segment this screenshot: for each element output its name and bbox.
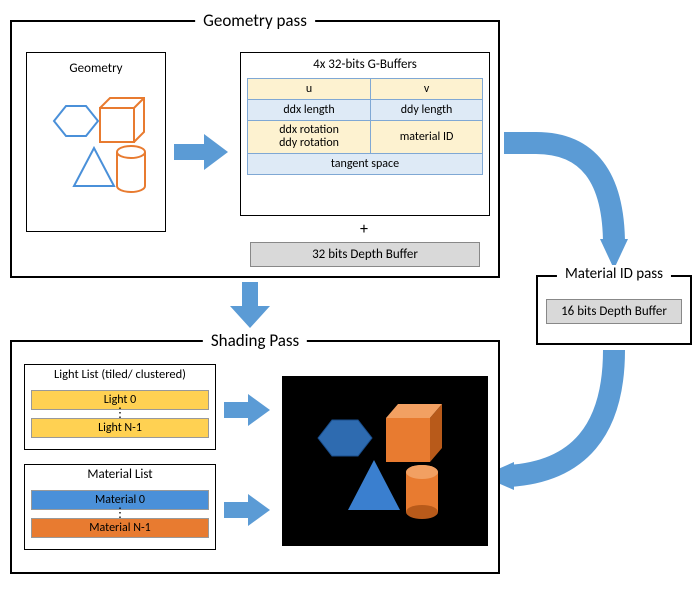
material-id-pass-box: Material ID pass 16 bits Depth Buffer (536, 275, 692, 345)
gbuf-r1c2: v (371, 79, 483, 100)
arrow-mats-out-icon (224, 492, 272, 528)
gbuf-r3c1: ddx rotation ddy rotation (248, 121, 371, 154)
shading-pass-title: Shading Pass (203, 330, 307, 351)
geometry-pass-box: Geometry pass Geometry (10, 20, 500, 278)
geometry-subbox: Geometry (26, 52, 166, 232)
arrow-geom-material-icon (504, 115, 684, 289)
gbuf-r4: tangent space (248, 154, 483, 175)
arrow-geom-shading-icon (228, 282, 272, 330)
gbuf-r1c1: u (248, 79, 371, 100)
gbuf-r2c1: ddx length (248, 100, 371, 121)
gbuffers-box: 4x 32-bits G-Buffers u v ddx length ddy … (240, 52, 490, 216)
material-n: Material N-1 (31, 518, 209, 538)
shading-pass-box: Shading Pass Light List (tiled/ clustere… (10, 340, 500, 574)
gbuf-r3c2: material ID (371, 121, 483, 154)
material-list-box: Material List Material 0 ⋮ Material N-1 (24, 464, 216, 550)
arrow-geom-gbuf-icon (174, 132, 230, 172)
plus-sign: + (360, 220, 368, 239)
geometry-label: Geometry (27, 53, 165, 82)
geometry-pass-title: Geometry pass (195, 10, 315, 31)
ellipsis-icon-2: ⋮ (25, 512, 215, 516)
depth-buffer-32: 32 bits Depth Buffer (250, 242, 480, 267)
render-output (282, 376, 488, 546)
geometry-shapes-icon (36, 86, 156, 206)
depth-buffer-16: 16 bits Depth Buffer (546, 299, 682, 324)
gbuffers-title: 4x 32-bits G-Buffers (247, 55, 483, 78)
ellipsis-icon: ⋮ (25, 412, 215, 416)
light-n: Light N-1 (31, 418, 209, 438)
light-list-title: Light List (tiled/ clustered) (25, 365, 215, 388)
material-id-title: Material ID pass (557, 265, 671, 283)
material-list-title: Material List (25, 465, 215, 488)
gbuf-r2c2: ddy length (371, 100, 483, 121)
gbuffers-table: u v ddx length ddy length ddx rotation d… (247, 78, 483, 175)
arrow-lights-out-icon (224, 392, 272, 428)
light-list-box: Light List (tiled/ clustered) Light 0 ⋮ … (24, 364, 216, 450)
